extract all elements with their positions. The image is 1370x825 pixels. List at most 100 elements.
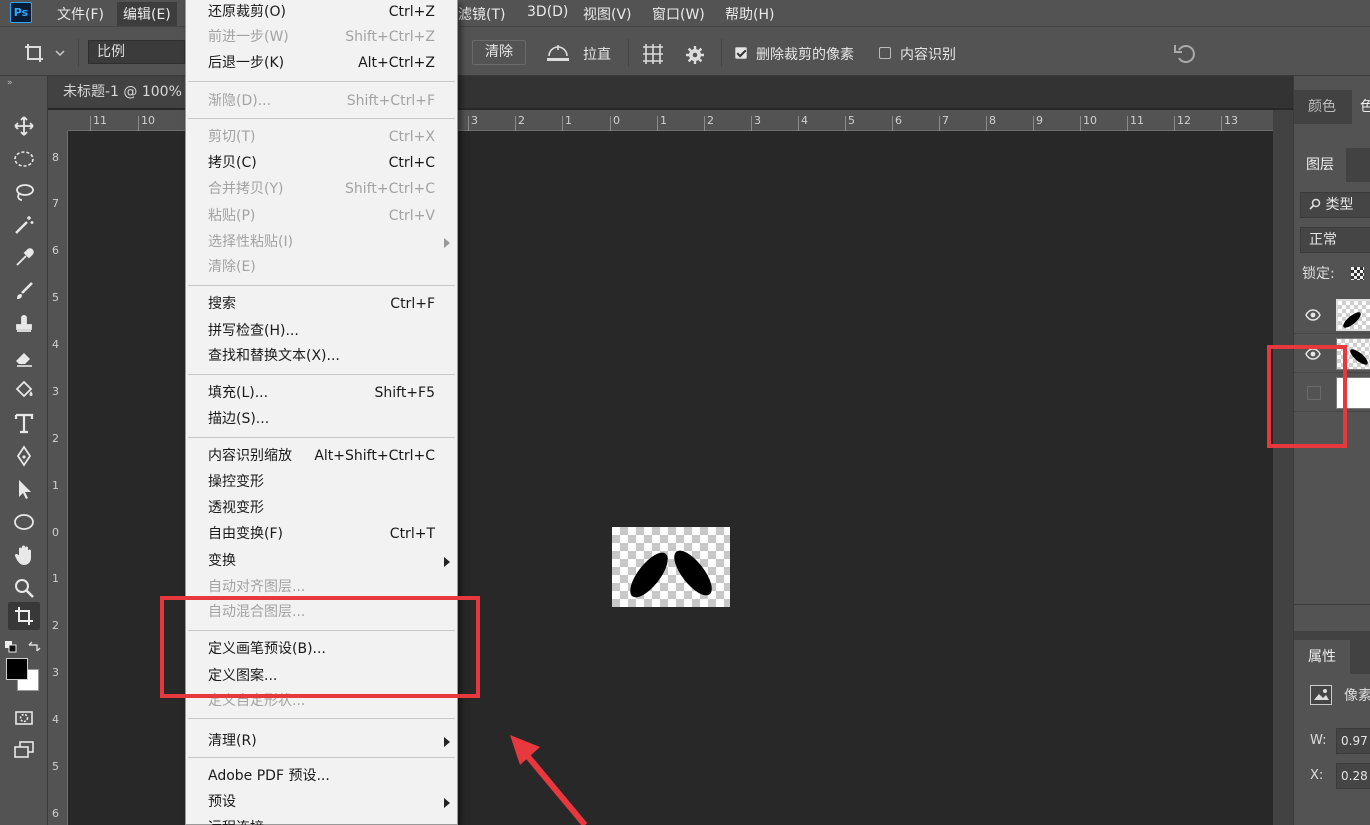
- gear-icon[interactable]: [684, 44, 706, 66]
- tab-color[interactable]: 颜色: [1300, 90, 1344, 124]
- stamp-tool-icon[interactable]: [8, 310, 40, 338]
- document-tab[interactable]: 未标题-1 @ 100%: [48, 76, 188, 108]
- menu-item[interactable]: 查找和替换文本(X)...: [186, 344, 457, 368]
- menu-item[interactable]: 填充(L)... Shift+F5: [186, 381, 457, 405]
- crop-tool-icon[interactable]: [8, 602, 40, 630]
- hand-tool-icon[interactable]: [8, 541, 40, 569]
- ruler-tick-label: 6: [895, 114, 902, 127]
- ruler-tick-label: 0: [52, 526, 59, 539]
- menu-item[interactable]: 描边(S)...: [186, 407, 457, 431]
- collapse-icon[interactable]: »: [7, 78, 13, 88]
- menu-item[interactable]: 渐隐(D)... Shift+Ctrl+F: [186, 89, 457, 113]
- menu-item[interactable]: 搜索 Ctrl+F: [186, 292, 457, 316]
- type-tool-icon[interactable]: [8, 409, 40, 437]
- foreground-color-swatch[interactable]: [6, 658, 28, 680]
- layer-row[interactable]: [1294, 296, 1370, 334]
- ruler-tick-mark: [1033, 116, 1034, 131]
- menu-file[interactable]: 文件(F): [57, 4, 104, 24]
- grid-overlay-icon[interactable]: [641, 43, 665, 65]
- move-tool-icon[interactable]: [8, 112, 40, 140]
- blend-mode-select[interactable]: 正常: [1300, 227, 1370, 253]
- tab-swatches[interactable]: 色: [1352, 90, 1370, 124]
- ruler-tick-label: 10: [141, 114, 155, 127]
- straighten-label[interactable]: 拉直: [583, 44, 611, 64]
- menu-item[interactable]: 拷贝(C) Ctrl+C: [186, 151, 457, 175]
- menu-filter[interactable]: 滤镜(T): [458, 4, 505, 24]
- pen-tool-icon[interactable]: [8, 442, 40, 470]
- default-colors-icon[interactable]: [5, 638, 17, 653]
- crop-tool-preset-icon[interactable]: [22, 41, 68, 65]
- ruler-tick-label: 13: [1224, 114, 1238, 127]
- menu-3d[interactable]: 3D(D): [527, 4, 568, 20]
- swap-colors-icon[interactable]: [27, 638, 41, 652]
- lock-transparency-icon[interactable]: [1351, 267, 1364, 280]
- menu-item[interactable]: 变换: [186, 549, 457, 573]
- menu-item[interactable]: 后退一步(K) Alt+Ctrl+Z: [186, 51, 457, 75]
- content-aware-checkbox[interactable]: [879, 47, 891, 59]
- vertical-ruler: 8 7 6 5 4 3 2 1 0 1 2 3 4 5 6: [48, 131, 68, 825]
- menu-item[interactable]: 透视变形: [186, 496, 457, 520]
- screen-mode-icon[interactable]: [8, 736, 40, 764]
- ruler-tick-label: 2: [52, 432, 59, 445]
- straighten-icon[interactable]: [545, 42, 571, 64]
- vertical-scrollbar[interactable]: [1273, 110, 1293, 825]
- menu-item[interactable]: 前进一步(W) Shift+Ctrl+Z: [186, 25, 457, 49]
- menu-view[interactable]: 视图(V): [583, 4, 632, 24]
- layer-filter-select[interactable]: 类型: [1300, 192, 1370, 218]
- menu-item-shortcut: Ctrl+Z: [388, 4, 435, 20]
- menu-item[interactable]: 粘贴(P) Ctrl+V: [186, 204, 457, 228]
- menu-help[interactable]: 帮助(H): [725, 4, 774, 24]
- right-panels: 颜色 色 图层 类型 正常 锁定: 属性 像素 W: 0.97 X: 0.28: [1293, 76, 1370, 825]
- menu-item[interactable]: 选择性粘贴(I): [186, 230, 457, 254]
- width-field[interactable]: 0.97 厘: [1336, 728, 1370, 754]
- menu-edit[interactable]: 编辑(E): [117, 2, 177, 27]
- lasso-tool-icon[interactable]: [8, 178, 40, 206]
- tab-properties[interactable]: 属性: [1294, 640, 1350, 674]
- menu-item[interactable]: 还原裁剪(O) Ctrl+Z: [186, 0, 457, 24]
- content-aware-label[interactable]: 内容识别: [900, 44, 956, 64]
- delete-cropped-label[interactable]: 删除裁剪的像素: [756, 44, 854, 64]
- tab-layers[interactable]: 图层: [1294, 148, 1346, 182]
- properties-panel-tabs: 属性: [1294, 640, 1370, 674]
- menu-item[interactable]: 拼写检查(H)...: [186, 319, 457, 343]
- path-selection-icon[interactable]: [8, 475, 40, 503]
- layer-thumbnail[interactable]: [1336, 299, 1370, 331]
- pixel-layer-icon: [1310, 685, 1332, 705]
- menu-item[interactable]: 合并拷贝(Y) Shift+Ctrl+C: [186, 177, 457, 201]
- brush-tool-icon[interactable]: [8, 277, 40, 305]
- menu-item[interactable]: 内容识别缩放 Alt+Shift+Ctrl+C: [186, 444, 457, 468]
- clear-button[interactable]: 清除: [472, 40, 526, 65]
- menu-item[interactable]: 操控变形: [186, 470, 457, 494]
- document-artboard[interactable]: [612, 527, 730, 607]
- menu-separator: [188, 81, 455, 82]
- x-field[interactable]: 0.28 厘: [1336, 763, 1370, 789]
- reset-icon[interactable]: [1172, 42, 1198, 64]
- eraser-tool-icon[interactable]: [8, 343, 40, 371]
- menu-item[interactable]: 远程连接...: [186, 816, 457, 825]
- ratio-select[interactable]: 比例: [88, 40, 185, 64]
- menu-item[interactable]: 清除(E): [186, 255, 457, 279]
- paint-bucket-icon[interactable]: [8, 376, 40, 404]
- magic-wand-icon[interactable]: [8, 211, 40, 239]
- menu-item[interactable]: 剪切(T) Ctrl+X: [186, 125, 457, 149]
- menu-separator: [188, 285, 455, 286]
- ruler-tick-label: 11: [93, 114, 107, 127]
- eyedropper-icon[interactable]: [8, 244, 40, 272]
- menu-item[interactable]: Adobe PDF 预设...: [186, 764, 457, 788]
- menu-item-label: 搜索: [208, 296, 236, 312]
- zoom-tool-icon[interactable]: [8, 574, 40, 602]
- menu-item-shortcut: Shift+Ctrl+F: [346, 93, 435, 109]
- menu-item[interactable]: 预设: [186, 790, 457, 814]
- menu-item[interactable]: 清理(R): [186, 729, 457, 753]
- menu-item[interactable]: 自由变换(F) Ctrl+T: [186, 522, 457, 546]
- submenu-arrow-icon: [444, 798, 450, 808]
- visibility-eye-icon[interactable]: [1305, 308, 1321, 322]
- menu-window[interactable]: 窗口(W): [652, 4, 705, 24]
- ellipse-tool-icon[interactable]: [8, 508, 40, 536]
- quick-mask-icon[interactable]: [8, 704, 40, 732]
- marquee-tool-icon[interactable]: [8, 145, 40, 173]
- layers-panel-tabs: 图层: [1294, 148, 1370, 182]
- ruler-tick-label: 3: [52, 385, 59, 398]
- delete-cropped-checkbox[interactable]: [735, 47, 747, 59]
- ps-logo: Ps: [10, 2, 32, 23]
